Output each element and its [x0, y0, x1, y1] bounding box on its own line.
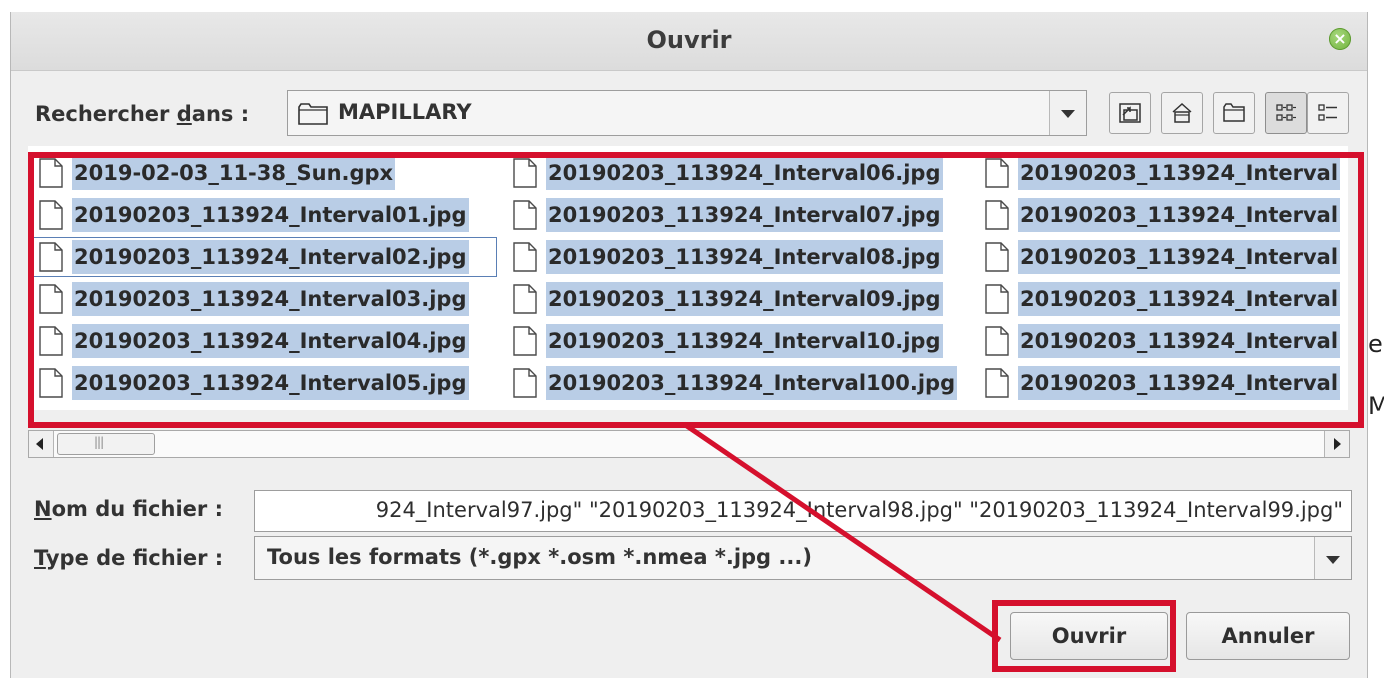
new-folder-button[interactable] [1213, 92, 1255, 134]
filetype-combo[interactable]: Tous les formats (*.gpx *.osm *.nmea *.j… [254, 536, 1352, 580]
background-window-text: e [1368, 330, 1383, 358]
file-list[interactable]: 2019-02-03_11-38_Sun.gpx 20190203_113924_… [28, 146, 1348, 410]
file-name: 20190203_113924_Interval [1018, 324, 1341, 358]
file-item[interactable]: 20190203_113924_Interval03.jpg [34, 280, 469, 318]
file-name: 20190203_113924_Interval [1018, 198, 1341, 232]
filetype-label: Type de fichier : [34, 546, 224, 570]
file-name: 20190203_113924_Interval09.jpg [546, 282, 943, 316]
file-icon [39, 284, 63, 314]
file-name: 20190203_113924_Interval02.jpg [72, 240, 469, 274]
scroll-left-icon[interactable] [29, 431, 54, 457]
file-item[interactable]: 20190203_113924_Interval [980, 238, 1341, 276]
file-name: 20190203_113924_Interval [1018, 366, 1341, 400]
file-item[interactable]: 20190203_113924_Interval06.jpg [508, 154, 943, 192]
file-column: 20190203_113924_Interval06.jpg 20190203_1… [508, 146, 968, 408]
scroll-right-icon[interactable] [1324, 431, 1349, 457]
file-icon [513, 158, 537, 188]
file-column: 2019-02-03_11-38_Sun.gpx 20190203_113924_… [33, 146, 498, 408]
file-icon [513, 284, 537, 314]
file-name: 20190203_113924_Interval [1018, 240, 1341, 274]
file-item[interactable]: 20190203_113924_Interval05.jpg [34, 364, 469, 402]
file-item[interactable]: 20190203_113924_Interval [980, 154, 1341, 192]
file-icon [985, 284, 1009, 314]
details-view-button[interactable] [1307, 92, 1349, 134]
file-name: 20190203_113924_Interval100.jpg [546, 366, 958, 400]
file-item[interactable]: 20190203_113924_Interval02.jpg [33, 237, 497, 277]
filetype-value: Tous les formats (*.gpx *.osm *.nmea *.j… [267, 545, 812, 569]
file-item[interactable]: 20190203_113924_Interval10.jpg [508, 322, 943, 360]
file-icon [985, 158, 1009, 188]
file-item[interactable]: 20190203_113924_Interval [980, 322, 1341, 360]
file-icon [985, 368, 1009, 398]
file-item[interactable]: 20190203_113924_Interval09.jpg [508, 280, 943, 318]
new-folder-icon [1223, 103, 1245, 122]
file-name: 20190203_113924_Interval06.jpg [546, 156, 943, 190]
file-item[interactable]: 20190203_113924_Interval04.jpg [34, 322, 469, 360]
filename-value: 924_Interval97.jpg" "20190203_113924_Int… [375, 498, 1343, 522]
file-name: 20190203_113924_Interval03.jpg [72, 282, 469, 316]
dialog-title: Ouvrir [646, 26, 732, 54]
file-item[interactable]: 20190203_113924_Interval [980, 280, 1341, 318]
file-name: 20190203_113924_Interval [1018, 282, 1341, 316]
file-icon [513, 326, 537, 356]
filename-input[interactable]: 924_Interval97.jpg" "20190203_113924_Int… [254, 490, 1352, 532]
file-icon [39, 242, 63, 272]
scrollbar-thumb[interactable] [57, 433, 155, 455]
file-name: 20190203_113924_Interval10.jpg [546, 324, 943, 358]
list-view-button[interactable] [1265, 92, 1307, 134]
file-icon [985, 200, 1009, 230]
look-in-label: Rechercher dans : [35, 102, 250, 126]
title-bar[interactable]: Ouvrir × [11, 12, 1367, 71]
cancel-button[interactable]: Annuler [1186, 612, 1350, 660]
list-view-icon [1276, 104, 1296, 121]
file-icon [39, 368, 63, 398]
file-item[interactable]: 20190203_113924_Interval [980, 196, 1341, 234]
file-name: 2019-02-03_11-38_Sun.gpx [72, 156, 396, 190]
file-icon [39, 326, 63, 356]
current-folder: MAPILLARY [338, 100, 472, 124]
file-icon [513, 200, 537, 230]
file-icon [513, 242, 537, 272]
chevron-down-icon[interactable] [1314, 537, 1351, 579]
screenshot: e M Ouvrir × Rechercher dans : MAPILLARY [0, 0, 1384, 678]
up-folder-icon [1119, 103, 1141, 123]
open-button[interactable]: Ouvrir [1010, 612, 1168, 660]
background-window-text: M [1368, 392, 1384, 420]
file-icon [513, 368, 537, 398]
chevron-down-icon[interactable] [1049, 91, 1086, 135]
file-name: 20190203_113924_Interval [1018, 156, 1341, 190]
close-icon[interactable]: × [1329, 28, 1351, 50]
file-name: 20190203_113924_Interval01.jpg [72, 198, 469, 232]
file-column: 20190203_113924_Interval 20190203_113924_… [980, 146, 1348, 408]
horizontal-scrollbar[interactable] [28, 430, 1350, 458]
up-folder-button[interactable] [1109, 92, 1151, 134]
home-button[interactable] [1161, 92, 1203, 134]
file-name: 20190203_113924_Interval08.jpg [546, 240, 943, 274]
file-icon [39, 158, 63, 188]
file-item[interactable]: 2019-02-03_11-38_Sun.gpx [34, 154, 396, 192]
file-icon [985, 242, 1009, 272]
file-name: 20190203_113924_Interval05.jpg [72, 366, 469, 400]
details-view-icon [1318, 104, 1337, 121]
file-item[interactable]: 20190203_113924_Interval08.jpg [508, 238, 943, 276]
file-name: 20190203_113924_Interval04.jpg [72, 324, 469, 358]
home-icon [1172, 102, 1192, 123]
file-icon [39, 200, 63, 230]
filename-label: Nom du fichier : [34, 497, 223, 521]
file-item[interactable]: 20190203_113924_Interval [980, 364, 1341, 402]
look-in-combo[interactable]: MAPILLARY [287, 90, 1087, 136]
file-item[interactable]: 20190203_113924_Interval01.jpg [34, 196, 469, 234]
file-item[interactable]: 20190203_113924_Interval07.jpg [508, 196, 943, 234]
folder-icon [298, 103, 328, 125]
file-item[interactable]: 20190203_113924_Interval100.jpg [508, 364, 958, 402]
file-name: 20190203_113924_Interval07.jpg [546, 198, 943, 232]
file-icon [985, 326, 1009, 356]
